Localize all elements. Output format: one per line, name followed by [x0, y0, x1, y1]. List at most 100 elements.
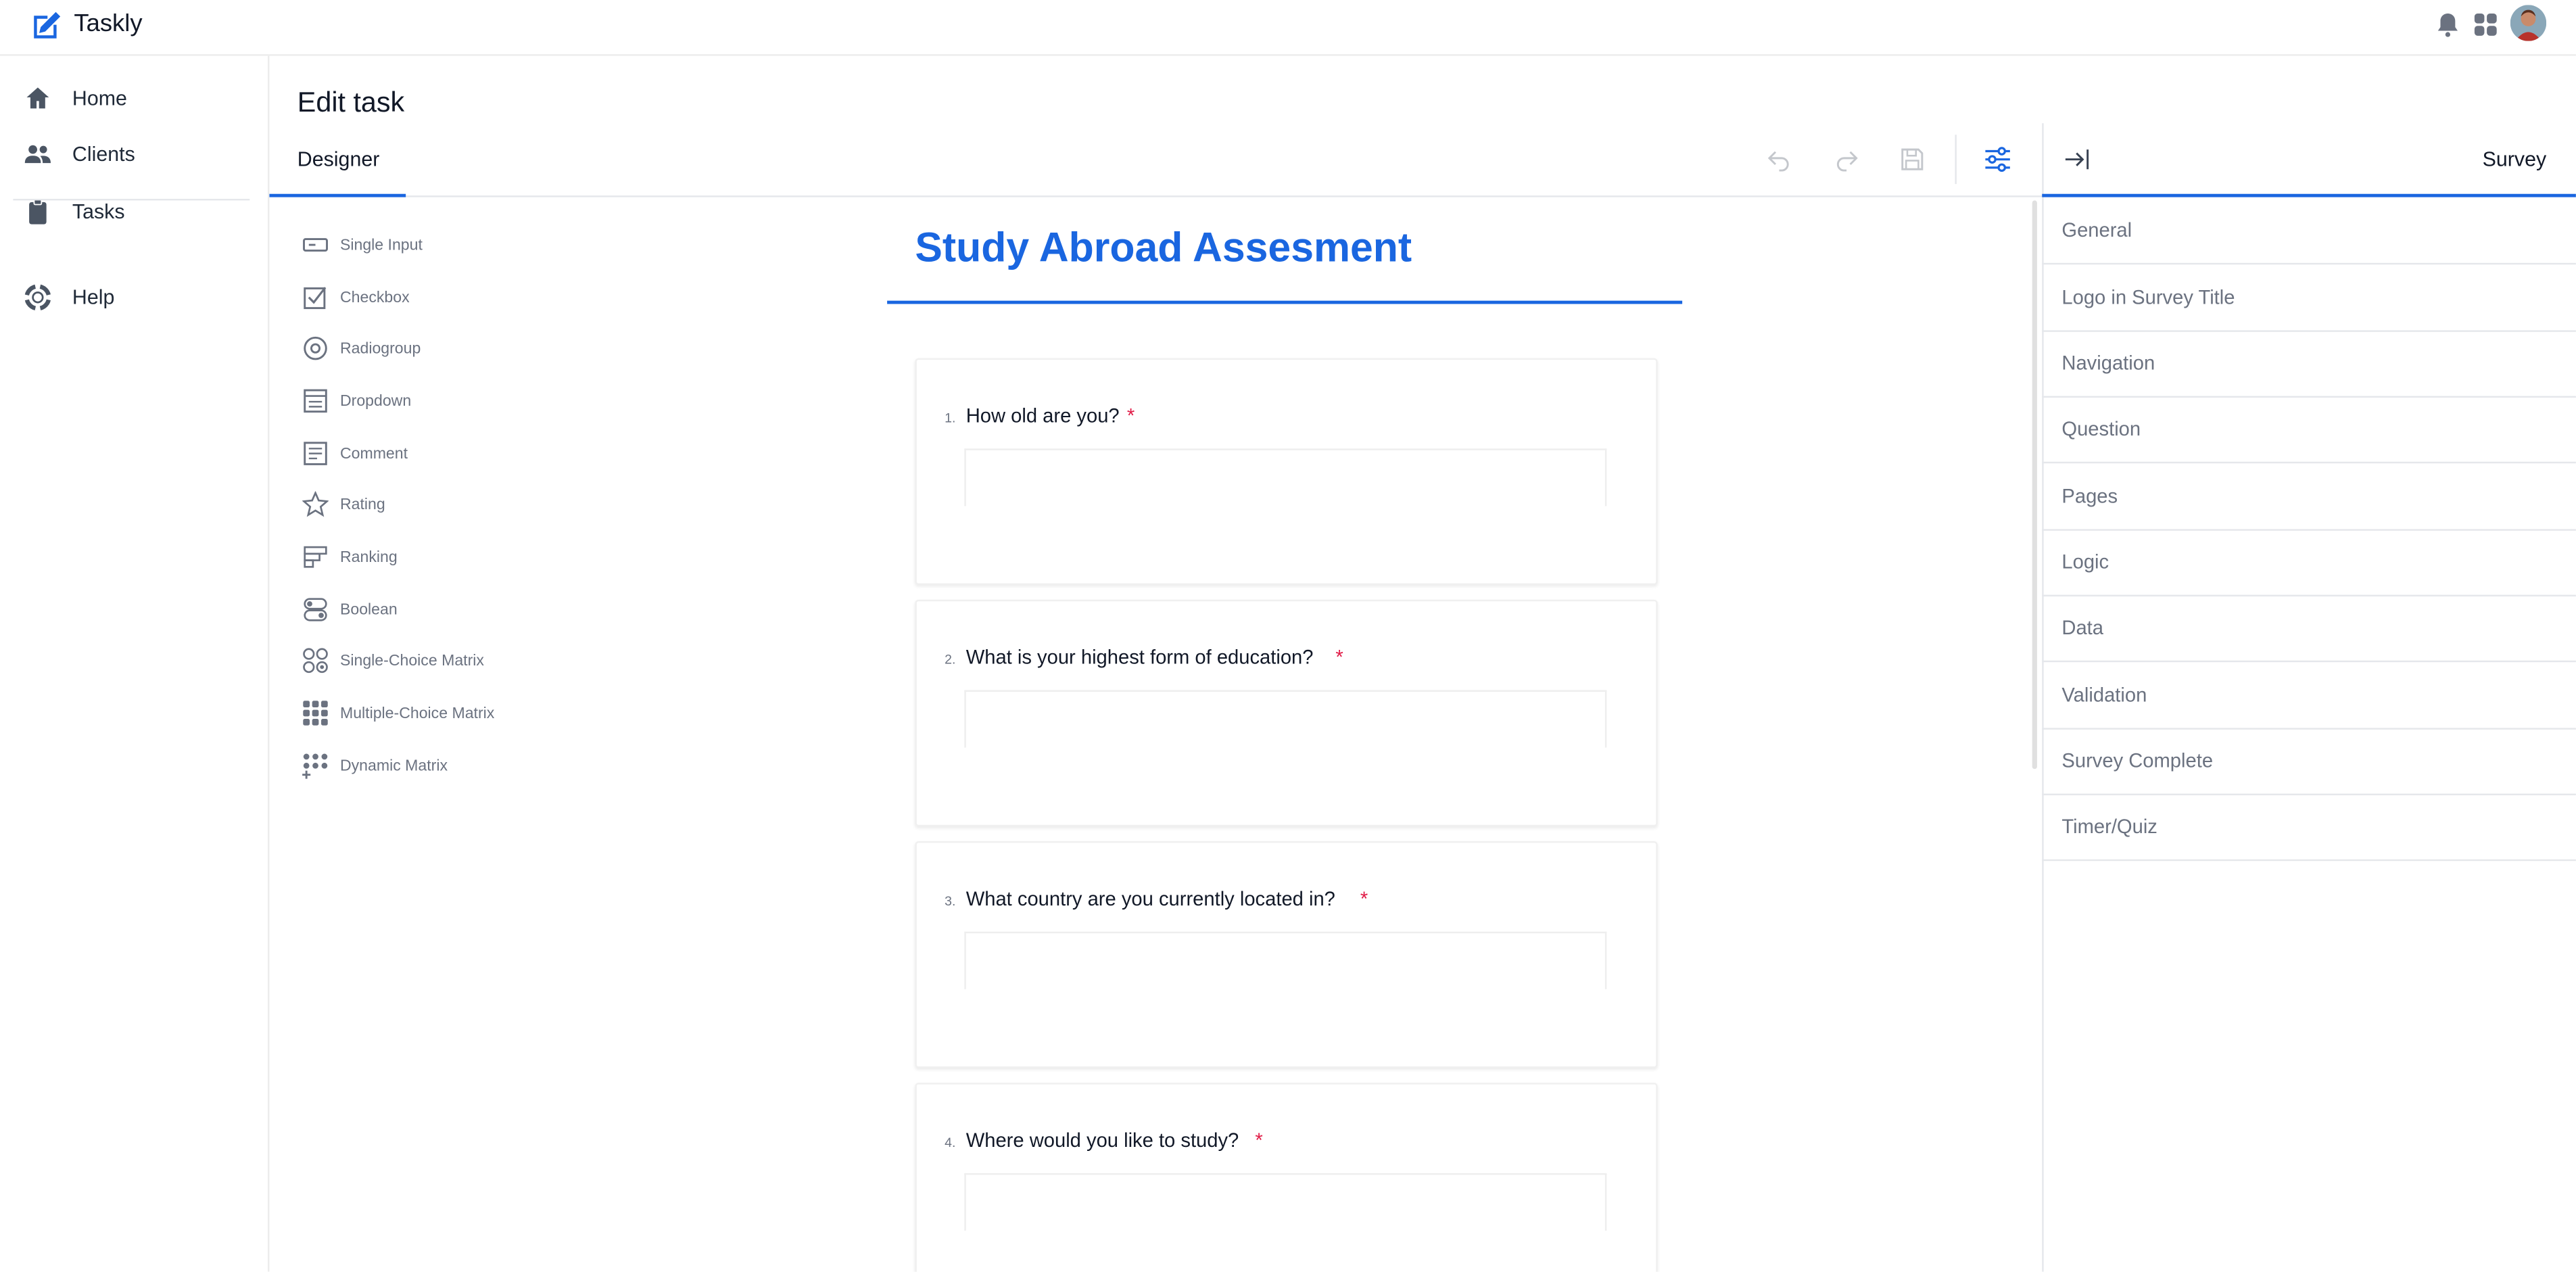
property-section-logo[interactable]: Logo in Survey Title: [2042, 264, 2576, 332]
toolbox-item-radiogroup[interactable]: Radiogroup: [302, 332, 421, 365]
property-section-label: Navigation: [2061, 351, 2155, 375]
property-section-data[interactable]: Data: [2042, 595, 2576, 663]
property-section-validation[interactable]: Validation: [2042, 662, 2576, 730]
toolbar-divider: [1955, 135, 1957, 185]
answer-input[interactable]: [964, 690, 1607, 748]
property-section-question[interactable]: Question: [2042, 396, 2576, 464]
users-icon: [24, 145, 51, 164]
toolbox-item-label: Single Input: [339, 235, 423, 254]
canvas-scrollbar[interactable]: [2032, 200, 2037, 770]
multiple-choice-matrix-icon: [303, 701, 328, 726]
sidebar: [0, 55, 270, 1272]
required-marker: *: [1335, 645, 1343, 669]
comment-icon: [304, 442, 327, 465]
toolbox-item-label: Radiogroup: [339, 339, 421, 358]
toolbox-item-rating[interactable]: Rating: [302, 488, 385, 521]
question-number: 2.: [945, 652, 956, 667]
toolbox-item-checkbox[interactable]: Checkbox: [302, 281, 410, 314]
dropdown-icon: [304, 389, 327, 413]
property-section-pages[interactable]: Pages: [2042, 463, 2576, 531]
required-marker: *: [1360, 887, 1368, 911]
undo-button[interactable]: [1761, 141, 1797, 177]
single-input-icon: [303, 238, 328, 252]
sidebar-item-help[interactable]: Help: [13, 275, 253, 321]
bell-icon[interactable]: [2433, 10, 2463, 40]
undo-icon: [1767, 151, 1789, 172]
checkbox-icon: [304, 287, 327, 310]
answer-input[interactable]: [964, 1173, 1607, 1231]
user-avatar[interactable]: [2510, 5, 2547, 41]
tab-designer[interactable]: Designer: [297, 148, 380, 171]
answer-input[interactable]: [964, 448, 1607, 507]
toolbox-item-label: Checkbox: [339, 288, 410, 307]
toolbox-item-label: Rating: [339, 495, 385, 514]
toolbox-item-label: Multiple-Choice Matrix: [339, 704, 495, 722]
sidebar-item-home[interactable]: Home: [13, 76, 253, 122]
question-number: 3.: [945, 893, 956, 909]
property-section-label: General: [2061, 218, 2132, 242]
toolbox-item-label: Ranking: [339, 548, 398, 567]
required-marker: *: [1126, 404, 1135, 427]
single-choice-matrix-icon: [303, 648, 328, 674]
clipboard-icon: [29, 199, 47, 225]
redo-icon: [1836, 151, 1858, 172]
property-section-navigation[interactable]: Navigation: [2042, 330, 2576, 398]
sidebar-item-label: Help: [72, 285, 115, 309]
top-bar: [0, 0, 2576, 56]
property-section-logic[interactable]: Logic: [2042, 529, 2576, 597]
survey-title[interactable]: Study Abroad Assesment: [915, 225, 1412, 273]
toolbox-item-dropdown[interactable]: Dropdown: [302, 385, 411, 418]
toolbox-item-boolean[interactable]: Boolean: [302, 593, 398, 626]
property-section-label: Question: [2061, 417, 2141, 441]
toolbox-item-dynamic-matrix[interactable]: Dynamic Matrix: [302, 749, 448, 782]
tabs-divider: [269, 195, 2043, 197]
sidebar-item-label: Tasks: [72, 200, 125, 224]
ranking-icon: [304, 546, 327, 568]
toolbox-item-label: Comment: [339, 444, 408, 463]
question-number: 1.: [945, 410, 956, 426]
save-button[interactable]: [1894, 141, 1930, 177]
boolean-icon: [304, 598, 327, 621]
question-title[interactable]: How old are you?: [966, 404, 1120, 427]
radiogroup-icon: [304, 336, 327, 360]
property-section-label: Timer/Quiz: [2061, 815, 2157, 839]
question-number: 4.: [945, 1135, 956, 1150]
edit-logo-icon[interactable]: [28, 8, 64, 44]
sidebar-divider: [13, 199, 250, 201]
question-title[interactable]: What is your highest form of education?: [966, 646, 1314, 669]
property-panel-title: Survey: [2482, 147, 2547, 171]
sidebar-item-clients[interactable]: Clients: [13, 131, 253, 177]
apps-grid-icon[interactable]: [2471, 10, 2500, 40]
property-section-label: Pages: [2061, 484, 2118, 508]
required-marker: *: [1255, 1129, 1263, 1152]
sidebar-item-label: Clients: [72, 143, 135, 166]
question-title[interactable]: Where would you like to study?: [966, 1129, 1239, 1152]
sidebar-item-label: Home: [72, 87, 127, 110]
page-title: Edit task: [297, 87, 405, 118]
toolbox-item-ranking[interactable]: Ranking: [302, 540, 398, 573]
sidebar-item-tasks[interactable]: Tasks: [13, 189, 253, 235]
lifebuoy-icon: [24, 283, 51, 311]
question-title[interactable]: What country are you currently located i…: [966, 887, 1335, 910]
settings-button[interactable]: [1980, 141, 2016, 177]
answer-input[interactable]: [964, 931, 1607, 989]
toolbox-item-label: Dynamic Matrix: [339, 756, 448, 775]
redo-button[interactable]: [1828, 141, 1864, 177]
tab-active-indicator: [269, 193, 406, 197]
property-section-label: Survey Complete: [2061, 749, 2214, 773]
toolbox-item-multiple-choice-matrix[interactable]: Multiple-Choice Matrix: [302, 697, 494, 730]
collapse-panel-icon[interactable]: [2061, 145, 2091, 174]
toolbox-item-label: Dropdown: [339, 392, 412, 410]
app-name[interactable]: Taskly: [74, 10, 142, 38]
toolbox-item-single-input[interactable]: Single Input: [302, 229, 423, 262]
property-section-label: Data: [2061, 616, 2104, 640]
toolbox-item-comment[interactable]: Comment: [302, 437, 408, 470]
survey-title-underline: [887, 300, 1683, 304]
toolbox-item-label: Boolean: [339, 600, 398, 619]
property-section-survey-complete[interactable]: Survey Complete: [2042, 728, 2576, 796]
property-section-general[interactable]: General: [2042, 197, 2576, 265]
toolbox-item-single-choice-matrix[interactable]: Single-Choice Matrix: [302, 644, 484, 677]
save-icon: [1901, 148, 1924, 170]
rating-star-icon: [302, 491, 329, 517]
property-section-timer-quiz[interactable]: Timer/Quiz: [2042, 794, 2576, 862]
